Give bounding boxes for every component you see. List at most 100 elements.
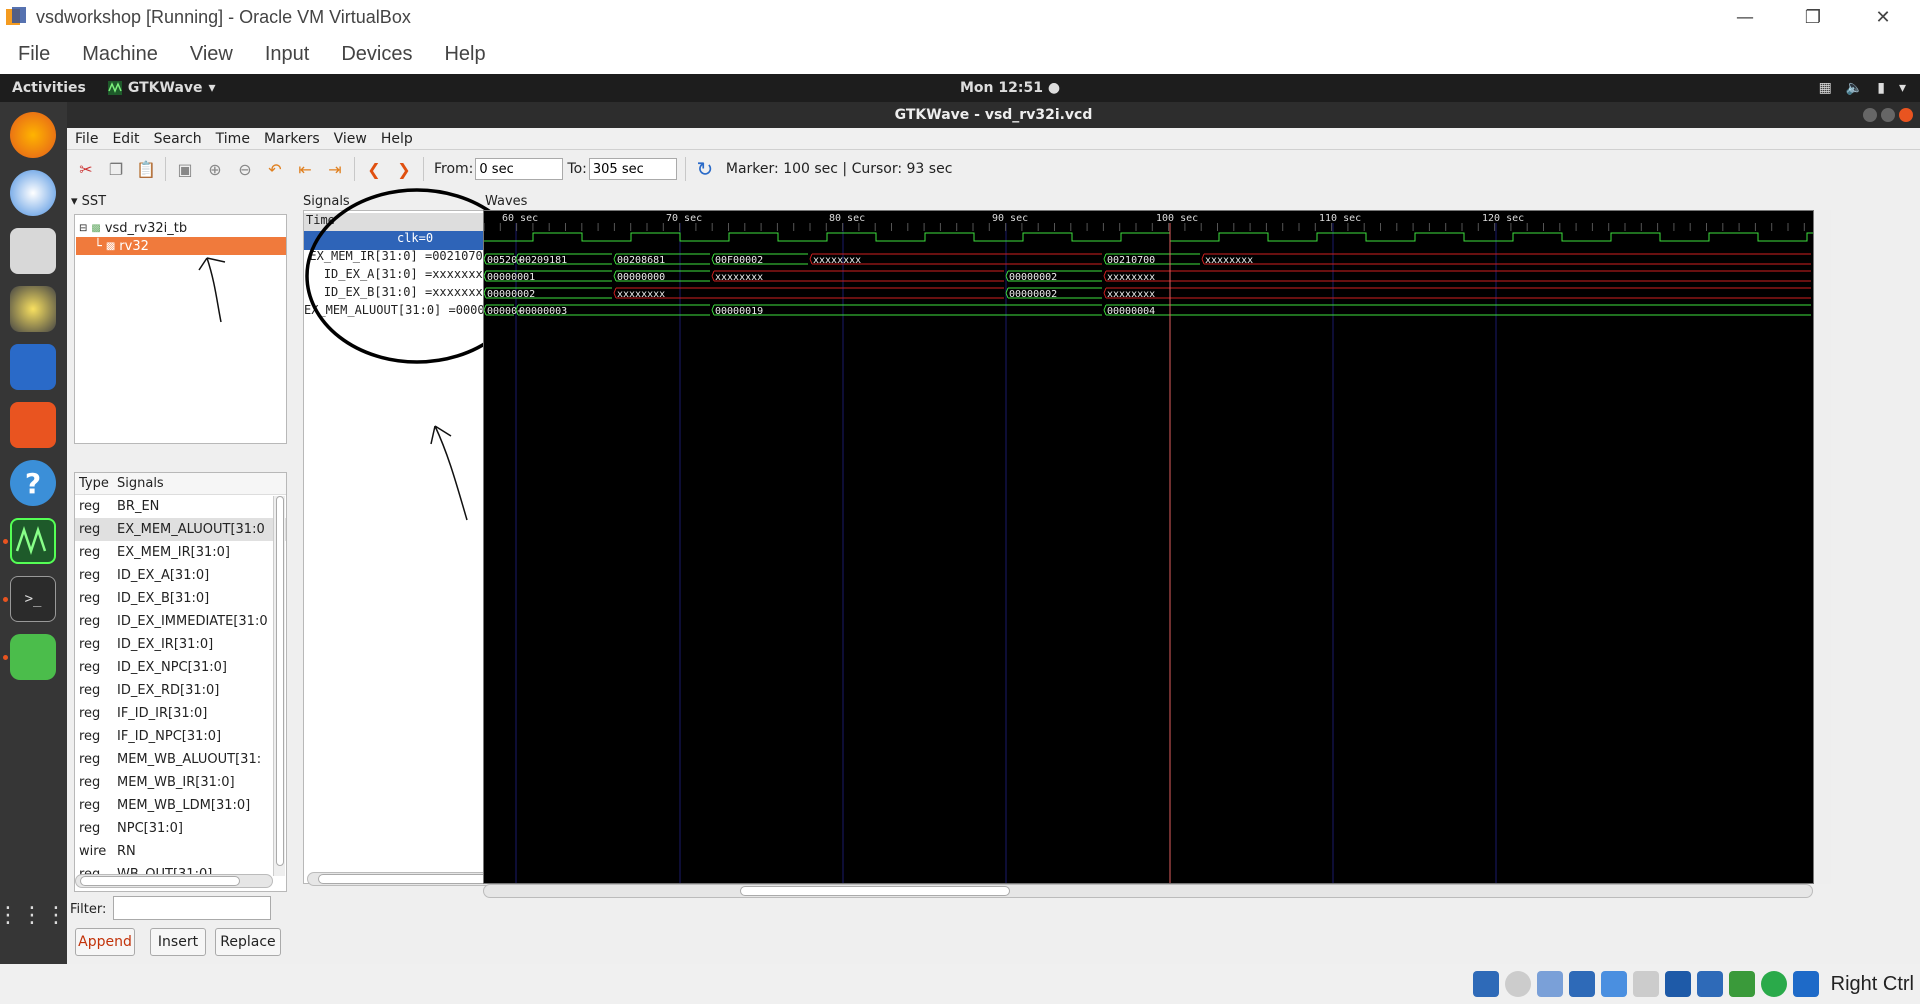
audio-icon[interactable]	[1536, 971, 1563, 997]
files-icon[interactable]	[10, 228, 56, 274]
marker-cursor-readout: Marker: 100 sec | Cursor: 93 sec	[725, 161, 953, 177]
writer-icon[interactable]	[10, 344, 56, 390]
leafpad-icon[interactable]	[10, 634, 56, 680]
firefox-icon[interactable]	[10, 112, 56, 158]
signal-type: reg	[79, 568, 101, 583]
tree-node-root[interactable]: ⊟ ▩ vsd_rv32i_tb	[79, 219, 187, 237]
zoom-to-end-icon[interactable]: ⇥	[324, 158, 346, 180]
insert-button[interactable]: Insert	[150, 928, 206, 956]
signal-list-item[interactable]: reg EX_MEM_ALUOUT[31:0	[75, 518, 286, 541]
signal-list-item[interactable]: reg IF_ID_IR[31:0]	[75, 702, 286, 725]
gtkwave-icon[interactable]	[10, 518, 56, 564]
activities-button[interactable]: Activities	[12, 80, 86, 96]
menu-search[interactable]: Search	[154, 131, 202, 147]
help-icon[interactable]: ?	[10, 460, 56, 506]
signal-list-item[interactable]: reg ID_EX_IR[31:0]	[75, 633, 286, 656]
guest-screen: Activities GTKWave ▾ Mon 12:51 ● ▦ 🔈 ▮ ▾…	[0, 74, 1920, 964]
filter-input[interactable]	[113, 896, 271, 920]
keyboard-icon[interactable]	[1792, 971, 1819, 997]
signal-list-item[interactable]: reg ID_EX_NPC[31:0]	[75, 656, 286, 679]
bus-value-label: xxxxxxxx	[1107, 289, 1155, 300]
paste-icon[interactable]: 📋	[135, 158, 157, 180]
horizontal-scrollbar[interactable]	[75, 874, 273, 888]
menu-view[interactable]: View	[190, 43, 233, 66]
system-tray[interactable]: ▦ 🔈 ▮ ▾	[1819, 80, 1906, 96]
menu-file[interactable]: File	[75, 131, 98, 147]
menu-machine[interactable]: Machine	[82, 43, 158, 66]
clock[interactable]: Mon 12:51 ●	[960, 80, 1060, 96]
menu-markers[interactable]: Markers	[264, 131, 320, 147]
close-button[interactable]: ✕	[1848, 0, 1918, 34]
signal-list-item[interactable]: reg ID_EX_RD[31:0]	[75, 679, 286, 702]
software-icon[interactable]	[10, 402, 56, 448]
bus-value-label: xxxxxxxx	[1107, 272, 1155, 283]
hdd-icon[interactable]	[1472, 971, 1499, 997]
signal-list-item[interactable]: reg MEM_WB_IR[31:0]	[75, 771, 286, 794]
menu-edit[interactable]: Edit	[112, 131, 139, 147]
rhythmbox-icon[interactable]	[10, 286, 56, 332]
app-menu[interactable]: GTKWave ▾	[107, 80, 216, 96]
prev-edge-icon[interactable]: ❮	[363, 158, 385, 180]
menu-time[interactable]: Time	[216, 131, 250, 147]
menu-help[interactable]: Help	[444, 43, 485, 66]
from-input[interactable]	[475, 158, 564, 180]
signal-list-item[interactable]: reg MEM_WB_ALUOUT[31:	[75, 748, 286, 771]
optical-drive-icon[interactable]	[1504, 971, 1531, 997]
signal-list-item[interactable]: reg ID_EX_A[31:0]	[75, 564, 286, 587]
maximize-button[interactable]	[1881, 108, 1895, 122]
signal-list-item[interactable]: reg NPC[31:0]	[75, 817, 286, 840]
recording-icon[interactable]	[1696, 971, 1723, 997]
minimize-button[interactable]: —	[1710, 0, 1780, 34]
display-icon[interactable]	[1664, 971, 1691, 997]
to-input[interactable]	[588, 158, 677, 180]
signal-list-item[interactable]: reg ID_EX_IMMEDIATE[31:0	[75, 610, 286, 633]
vbox-statusbar: Right Ctrl	[0, 964, 1920, 1004]
usb-icon[interactable]	[1600, 971, 1627, 997]
show-apps-icon[interactable]: ⋮⋮⋮	[0, 892, 67, 938]
zoom-out-icon[interactable]: ⊖	[234, 158, 256, 180]
cut-icon[interactable]: ✂	[75, 158, 97, 180]
waveform-viewer[interactable]: 60 sec 70 sec 80 sec 90 sec 100 sec 110 sec 12…	[483, 210, 1857, 884]
horizontal-scrollbar[interactable]	[483, 884, 1813, 898]
append-button[interactable]: Append	[75, 928, 135, 956]
signal-type: reg	[79, 591, 101, 606]
zoom-fit-icon[interactable]: ▣	[174, 158, 196, 180]
zoom-in-icon[interactable]: ⊕	[204, 158, 226, 180]
window-title: vsdworkshop [Running] - Oracle VM Virtua…	[36, 6, 411, 27]
menu-devices[interactable]: Devices	[341, 43, 412, 66]
signal-name: MEM_WB_IR[31:0]	[117, 775, 235, 790]
signal-list-item[interactable]: reg EX_MEM_IR[31:0]	[75, 541, 286, 564]
dock: ? >_ ⋮⋮⋮	[0, 102, 67, 964]
undo-zoom-icon[interactable]: ↶	[264, 158, 286, 180]
restore-icon[interactable]: ❐	[1778, 0, 1848, 34]
signal-name: EX_MEM_ALUOUT[31:0	[117, 522, 265, 537]
cpu-icon[interactable]	[1728, 971, 1755, 997]
menu-input[interactable]: Input	[265, 43, 309, 66]
vertical-scrollbar[interactable]	[1817, 210, 1831, 884]
signal-list-item[interactable]: wire RN	[75, 840, 286, 863]
signal-list-item[interactable]: reg BR_EN	[75, 495, 286, 518]
signal-list-item[interactable]: reg IF_ID_NPC[31:0]	[75, 725, 286, 748]
menu-view[interactable]: View	[334, 131, 367, 147]
shared-folders-icon[interactable]	[1632, 971, 1659, 997]
reload-icon[interactable]: ↻	[694, 157, 716, 181]
bus-value-label: 00000000	[617, 272, 665, 283]
menu-file[interactable]: File	[18, 43, 50, 66]
replace-button[interactable]: Replace	[215, 928, 281, 956]
vertical-scrollbar[interactable]	[273, 496, 285, 876]
mouse-integration-icon[interactable]	[1760, 971, 1787, 997]
host-key-label: Right Ctrl	[1830, 972, 1914, 995]
close-button[interactable]	[1899, 108, 1913, 122]
sst-label[interactable]: ▾ SST	[71, 194, 106, 209]
network-icon[interactable]	[1568, 971, 1595, 997]
zoom-to-start-icon[interactable]: ⇤	[294, 158, 316, 180]
minimize-button[interactable]	[1863, 108, 1877, 122]
signal-list-item[interactable]: reg ID_EX_B[31:0]	[75, 587, 286, 610]
signal-list-item[interactable]: reg MEM_WB_LDM[31:0]	[75, 794, 286, 817]
copy-icon[interactable]: ❐	[105, 158, 127, 180]
next-edge-icon[interactable]: ❯	[393, 158, 415, 180]
signal-name: ID_EX_IMMEDIATE[31:0	[117, 614, 268, 629]
thunderbird-icon[interactable]	[10, 170, 56, 216]
menu-help[interactable]: Help	[381, 131, 413, 147]
terminal-icon[interactable]: >_	[10, 576, 56, 622]
